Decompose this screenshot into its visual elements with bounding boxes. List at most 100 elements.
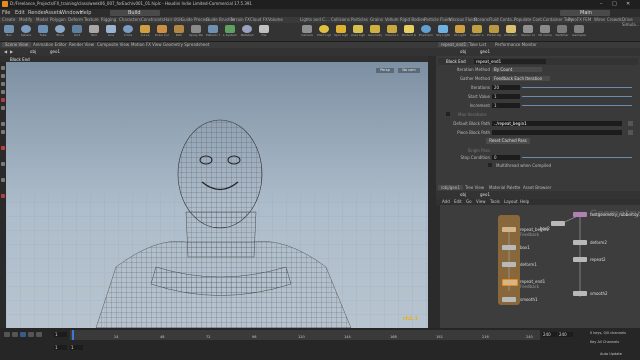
shelf-tab-create[interactable]: Create (2, 17, 15, 22)
shelf-tool-file[interactable]: File (257, 25, 271, 39)
shelf-tab-polygon[interactable]: Polygon (50, 17, 66, 22)
shelf-tab-modify[interactable]: Modify (19, 17, 32, 22)
maximize-icon[interactable]: □ (612, 1, 617, 7)
tab-network-obj-geo1[interactable]: /obj/geo1 (438, 185, 463, 190)
net-menu-go[interactable]: Go (466, 199, 472, 204)
shelf-tab-terrain-fx[interactable]: Terrain FX (230, 17, 250, 22)
shelf-tab-deform[interactable]: Deform (68, 17, 83, 22)
tab-scene-view[interactable]: Scene View (2, 42, 31, 47)
menu-render[interactable]: Render (28, 10, 46, 16)
nav-back-icon[interactable]: ◀ (4, 49, 7, 54)
node-smooth2[interactable] (573, 291, 587, 296)
net-menu-add[interactable]: Add (442, 199, 450, 204)
timeline-scrubber[interactable]: 24 48 72 96 120 144 168 192 216 240 (70, 330, 540, 340)
increment-slider[interactable] (522, 105, 632, 106)
tab-render-view[interactable]: Render View (66, 42, 97, 47)
use-max-checkbox[interactable] (446, 112, 450, 116)
piece-block-path-field[interactable] (492, 130, 622, 135)
path-obj[interactable]: obj (30, 49, 36, 54)
tab-parameters[interactable]: repeat_end1 (438, 42, 470, 47)
step-back-icon[interactable] (12, 332, 18, 337)
shelf-tool-gi-light[interactable]: GI Light (453, 25, 467, 39)
menu-file[interactable]: File (2, 10, 10, 16)
shelf-tab-fem[interactable]: FEM (583, 17, 591, 22)
shelf-tab-oceans[interactable]: Oceans (474, 17, 489, 22)
start-frame2-field[interactable]: 1 (70, 345, 83, 350)
shelf-tab-rigging[interactable]: Rigging (101, 17, 116, 22)
shelf-tab-vellum[interactable]: Vellum (385, 17, 399, 22)
node-name-field[interactable]: repeat_end1 (474, 59, 546, 64)
shelf-tab-characters[interactable]: Characters (119, 17, 141, 22)
tab-performance-monitor[interactable]: Performance Monitor (492, 42, 540, 47)
shelf-tool-volume-light[interactable]: Volume Light (385, 25, 399, 39)
shelf-tool-box[interactable]: Box (2, 25, 16, 39)
jump-end-icon[interactable] (36, 332, 42, 337)
handle-tool-icon[interactable] (1, 98, 5, 102)
shelf-tab-viscous-fluids[interactable]: Viscous Fluids (449, 17, 477, 22)
net-menu-edit[interactable]: Edit (454, 199, 462, 204)
shelf-tab-collisions[interactable]: Collisions (331, 17, 350, 22)
tab-tree-view[interactable]: Tree View (462, 185, 487, 190)
minimize-icon[interactable]: – (600, 1, 603, 7)
select-tool-icon[interactable] (1, 66, 5, 70)
tab-asset-browser[interactable]: Asset Browser (520, 185, 554, 190)
net-path-obj[interactable]: obj (460, 192, 466, 197)
shelf-tool-platonic-solids[interactable]: Platonic Solids (206, 25, 220, 39)
node-repeat-end1[interactable] (502, 279, 518, 286)
key-all-channels-button[interactable]: Key All Channels (590, 340, 619, 344)
camera-tool-icon[interactable] (1, 178, 5, 182)
shelf-tool-switcher[interactable]: Switcher (555, 25, 569, 39)
move-tool-icon[interactable] (1, 74, 5, 78)
node-deform1[interactable] (502, 262, 516, 267)
shelf-tool-tube[interactable]: Tube (36, 25, 50, 39)
snap-tool-icon[interactable] (1, 130, 5, 134)
pose-tool-icon[interactable] (1, 106, 5, 110)
node-box1[interactable] (502, 245, 516, 250)
menu-windows[interactable]: Windows (60, 10, 82, 16)
tab-material-palette[interactable]: Material Palette (486, 185, 523, 190)
shelf-tool-distant-light[interactable]: Distant Light (402, 25, 416, 39)
piece-path-chooser-icon[interactable] (628, 130, 633, 135)
nav-forward-icon[interactable]: ▶ (10, 49, 13, 54)
shelf-tool-sky-light[interactable]: Sky Light (436, 25, 450, 39)
shelf-tab-cloud-fx[interactable]: Cloud FX (250, 17, 268, 22)
shelf-tab-rigid-bodies[interactable]: Rigid Bodies (400, 17, 425, 22)
shelf-tab-guide-process[interactable]: Guide Process (181, 17, 209, 22)
play-icon[interactable] (20, 332, 26, 337)
shelf-tab-grains[interactable]: Grains (370, 17, 383, 22)
scene-viewport[interactable]: Persp No cam ch2.1 (6, 62, 428, 328)
persp-menu[interactable]: Persp (376, 68, 394, 73)
magnet-icon[interactable] (1, 146, 5, 150)
node-smooth1[interactable] (502, 297, 516, 302)
shelf-tab-fluid-containers[interactable]: Fluid Conta... (489, 17, 515, 22)
tab-animation-editor[interactable]: Animation Editor (30, 42, 70, 47)
menu-assets[interactable]: Assets (45, 10, 61, 16)
rotate-tool-icon[interactable] (1, 82, 5, 86)
node-box2[interactable] (551, 221, 565, 226)
shelf-tab-constraints[interactable]: Constraints (141, 17, 164, 22)
scale-tool-icon[interactable] (1, 90, 5, 94)
shelf-tool-torus[interactable]: Torus (53, 25, 67, 39)
shelf-tool-grid[interactable]: Grid (70, 25, 84, 39)
tab-composite-view[interactable]: Composite View (94, 42, 132, 47)
stop-condition-slider[interactable] (522, 157, 632, 158)
record-icon[interactable] (1, 194, 5, 198)
shelf-tool-gamepad-camera[interactable]: Gamepad Camera (572, 25, 586, 39)
iterations-slider[interactable] (522, 87, 632, 88)
multithread-checkbox[interactable] (488, 163, 492, 167)
shelf-tool-null[interactable]: Null (87, 25, 101, 39)
net-menu-view[interactable]: View (476, 199, 486, 204)
shelf-tool-line[interactable]: Line (104, 25, 118, 39)
node-deform2[interactable] (573, 240, 587, 245)
shelf-tab-pyrofx[interactable]: PyroFX (568, 17, 582, 22)
shelf-tab-model[interactable]: Model (36, 17, 48, 22)
net-menu-help[interactable]: Help (520, 199, 529, 204)
menu-edit[interactable]: Edit (15, 10, 25, 16)
shelf-tool-draw-curve[interactable]: Draw Curve (155, 25, 169, 39)
tab-geometry-spreadsheet[interactable]: Geometry Spreadsheet (160, 42, 212, 47)
step-forward-icon[interactable] (28, 332, 34, 337)
camera-menu[interactable]: No cam (398, 68, 420, 73)
shelf-tool-circle[interactable]: Circle (121, 25, 135, 39)
auto-update-menu[interactable]: Auto Update (600, 352, 622, 356)
node-repeat2[interactable] (573, 257, 587, 262)
